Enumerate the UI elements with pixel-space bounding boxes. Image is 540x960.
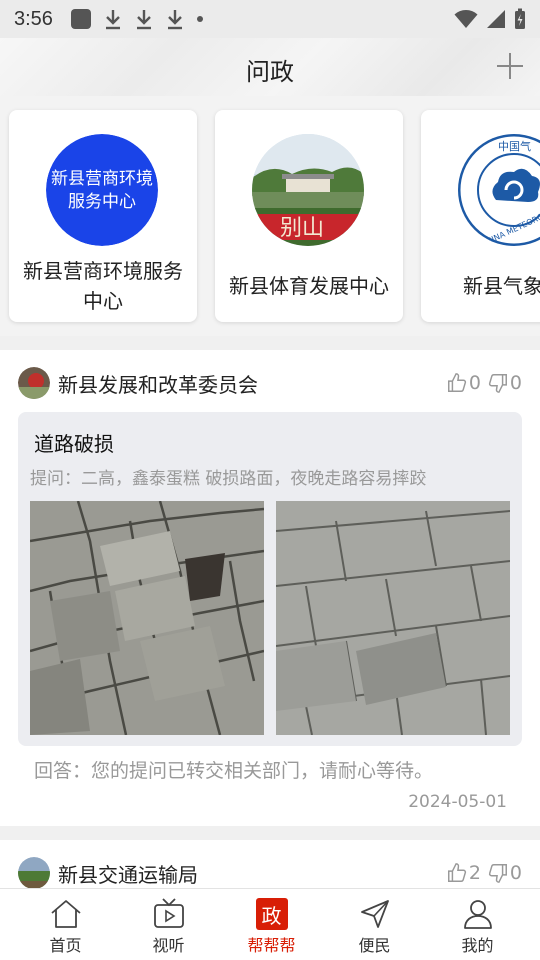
download-icon [105,10,120,30]
tab-label: 便民 [358,936,391,955]
org-logo: 新县营商环境 服务中心 [46,134,158,246]
post-header: 新县发展和改革委员会 0 0 [18,366,522,400]
thumbs-up-icon [447,863,466,882]
zheng-icon: 政 [254,896,290,932]
like-button[interactable]: 2 [446,862,481,884]
question-title: 道路破损 [34,432,114,456]
department-name[interactable]: 新县发展和改革委员会 [58,369,258,398]
photo-caption: 别山 [280,216,324,241]
signal-icon [487,10,505,28]
tab-label: 首页 [49,936,82,955]
tab-home[interactable]: 首页 [14,889,117,960]
organization-carousel[interactable]: 新县营商环境 服务中心 新县营商环境服务中心 别山 新县体育发展中心 中国气 C… [0,96,540,336]
org-name: 新县营商环境服务中心 [23,259,183,313]
more-notifications-icon [196,16,203,22]
thumbs-up-icon [447,373,466,392]
dislike-count: 0 [509,862,522,884]
add-question-icon[interactable] [496,52,524,80]
question-photo[interactable] [30,501,264,735]
dislike-button[interactable]: 0 [487,862,522,884]
top-bar: 问政 [0,38,540,96]
thumbs-down-icon [488,374,507,393]
org-card-meteorology[interactable]: 中国气 CHINA METEORO 新县气象 [421,110,540,322]
bottom-tab-bar: 首页 视听 政 帮帮帮 便民 我的 [0,888,540,960]
meteorology-seal-icon: 中国气 CHINA METEORO [458,134,540,246]
tab-label: 帮帮帮 [247,936,296,955]
tv-play-icon [151,896,187,932]
thumbs-down-icon [488,864,507,883]
vote-group: 2 0 [446,862,522,884]
download-icon [136,10,151,30]
like-button[interactable]: 0 [446,372,481,394]
tab-label: 我的 [461,936,494,955]
org-card-sports-center[interactable]: 别山 新县体育发展中心 [215,110,403,322]
svg-text:中国气: 中国气 [498,139,531,153]
download-icon [167,10,182,30]
home-icon [48,896,84,932]
status-time: 3:56 [14,7,53,30]
question-box[interactable]: 道路破损 提问：二高，鑫泰蛋糕 破损路面，夜晚走路容易摔跤 [18,412,522,746]
department-avatar[interactable] [18,367,50,399]
send-icon [357,896,393,932]
answer-text: 回答：您的提问已转交相关部门，请耐心等待。 [34,760,434,782]
dislike-count: 0 [509,372,522,394]
like-count: 2 [468,862,481,884]
question-post[interactable]: 新县发展和改革委员会 0 0 道路破损 提问：二高，鑫泰蛋糕 破损路面，夜晚走路… [0,350,540,826]
page-title: 问政 [246,58,294,86]
notification-icons [70,8,203,30]
status-bar: 3:56 [0,0,540,38]
question-photo[interactable] [276,501,510,735]
tab-convenience[interactable]: 便民 [323,889,426,960]
like-count: 0 [468,372,481,394]
post-date: 2024-05-01 [408,792,507,812]
tab-video[interactable]: 视听 [117,889,220,960]
question-text: 提问：二高，鑫泰蛋糕 破损路面，夜晚走路容易摔跤 [30,469,427,489]
battery-icon [515,8,525,29]
org-photo: 别山 [252,134,364,246]
vote-group: 0 0 [446,372,522,394]
department-avatar[interactable] [18,857,50,889]
svg-text:新县营商环境: 新县营商环境 [51,169,153,189]
svg-text:服务中心: 服务中心 [68,192,136,212]
wifi-icon [454,10,478,28]
zheng-glyph: 政 [255,898,288,930]
tab-label: 视听 [152,936,185,955]
department-name[interactable]: 新县交通运输局 [58,859,198,888]
post-header: 新县交通运输局 2 0 [18,856,522,890]
tab-help[interactable]: 政 帮帮帮 [220,889,323,960]
app-notification-icon [70,9,91,29]
org-name: 新县体育发展中心 [229,274,389,298]
org-card-business-service[interactable]: 新县营商环境 服务中心 新县营商环境服务中心 [9,110,197,322]
dislike-button[interactable]: 0 [487,372,522,394]
tab-profile[interactable]: 我的 [426,889,529,960]
org-name: 新县气象 [463,274,540,298]
user-icon [460,896,496,932]
